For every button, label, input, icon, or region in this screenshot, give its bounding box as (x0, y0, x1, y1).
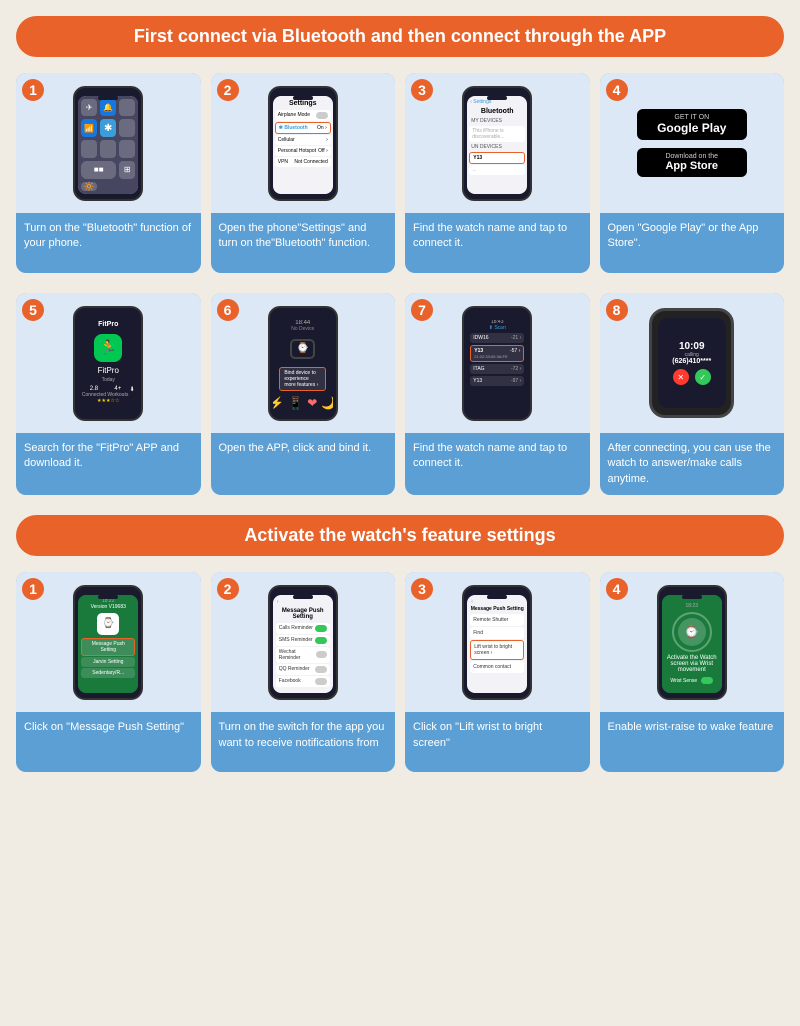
step-5-label: Search for the "FitPro" APP and download… (16, 433, 201, 493)
phone-mock-1: ✈ 🔔 📶 ✱ ■■ ⊞ 🔆 (73, 86, 143, 201)
app-store-btn[interactable]: Download on the App Store (637, 148, 747, 177)
step-2-number: 2 (217, 79, 239, 101)
phone-mock-6: 18:44 No Device ⌚ Bind device to experie… (268, 306, 338, 421)
smartwatch-mock: 10:09 calling (626)410**** ✕ ✓ (649, 308, 734, 418)
step-5-number: 5 (22, 299, 44, 321)
step-b4-label: Enable wrist-raise to wake feature (600, 712, 785, 772)
step-1-number: 1 (22, 79, 44, 101)
section2: Activate the watch's feature settings 1 … (16, 515, 784, 772)
step-b1-number: 1 (22, 578, 44, 600)
step-b3-label: Click on "Lift wrist to bright screen" (405, 712, 590, 772)
step-b1-image: 18:22 Version V19683 ⌚ Message Push Sett… (16, 572, 201, 712)
step-8-number: 8 (606, 299, 628, 321)
step-1-label: Turn on the "Bluetooth" function of your… (16, 213, 201, 273)
step-b1-card: 1 18:22 Version V19683 ⌚ Message Push Se… (16, 572, 201, 772)
step-b2-card: 2 ‹ Message Push Setting Calls Reminder (211, 572, 396, 772)
section1: First connect via Bluetooth and then con… (16, 16, 784, 495)
step-3-number: 3 (411, 79, 433, 101)
step-3-image: ‹ Settings Bluetooth MY DEVICES This iPh… (405, 73, 590, 213)
step-6-card: 6 18:44 No Device ⌚ Bind device to exper… (211, 293, 396, 495)
step-4-card: 4 GET IT ON Google Play Download on the … (600, 73, 785, 273)
phone-mock-b4: 18:23 ⌚ Activate the Watch screen via Wr… (657, 585, 727, 700)
phone-mock-5: FitPro 🏃 FitPro Today 2.8Connected 4+Wor… (73, 306, 143, 421)
step-5-card: 5 FitPro 🏃 FitPro Today 2.8Connected 4+W… (16, 293, 201, 495)
step-8-label: After connecting, you can use the watch … (600, 433, 785, 495)
phone-mock-3: ‹ Settings Bluetooth MY DEVICES This iPh… (462, 86, 532, 201)
step-7-number: 7 (411, 299, 433, 321)
step-7-card: 7 18:43 ⬆ Scan IDW16-21 › (405, 293, 590, 495)
step-7-image: 18:43 ⬆ Scan IDW16-21 › Y13 21:22:33:00:… (405, 293, 590, 433)
step-3-label: Find the watch name and tap to connect i… (405, 213, 590, 273)
step-5-image: FitPro 🏃 FitPro Today 2.8Connected 4+Wor… (16, 293, 201, 433)
step-b2-label: Turn on the switch for the app you want … (211, 712, 396, 772)
reject-call-btn: ✕ (673, 369, 689, 385)
step-2-card: 2 Settings Airplane Mode ✱ Bluetooth (211, 73, 396, 273)
step-1-image: ✈ 🔔 📶 ✱ ■■ ⊞ 🔆 (16, 73, 201, 213)
step-4-number: 4 (606, 79, 628, 101)
phone-mock-b1: 18:22 Version V19683 ⌚ Message Push Sett… (73, 585, 143, 700)
step-7-label: Find the watch name and tap to connect i… (405, 433, 590, 493)
step-1-card: 1 ✈ 🔔 📶 ✱ (16, 73, 201, 273)
phone-mock-b3: ‹ Message Push Setting Remote Shutter Fi… (462, 585, 532, 700)
step-b4-number: 4 (606, 578, 628, 600)
accept-call-btn: ✓ (695, 369, 711, 385)
steps-row3: 1 18:22 Version V19683 ⌚ Message Push Se… (16, 572, 784, 772)
step-b2-number: 2 (217, 578, 239, 600)
step-8-card: 8 10:09 calling (626)410**** ✕ ✓ After c… (600, 293, 785, 495)
step-4-label: Open "Google Play" or the App Store". (600, 213, 785, 273)
step-6-number: 6 (217, 299, 239, 321)
step-b3-number: 3 (411, 578, 433, 600)
section2-title: Activate the watch's feature settings (16, 515, 784, 556)
fitpro-logo: 🏃 (94, 334, 122, 362)
step-b3-card: 3 ‹ Message Push Setting Remote Shutter … (405, 572, 590, 772)
steps-row2: 5 FitPro 🏃 FitPro Today 2.8Connected 4+W… (16, 293, 784, 495)
phone-mock-7: 18:43 ⬆ Scan IDW16-21 › Y13 21:22:33:00:… (462, 306, 532, 421)
section1-title: First connect via Bluetooth and then con… (16, 16, 784, 57)
phone-mock-2: Settings Airplane Mode ✱ Bluetooth On › … (268, 86, 338, 201)
step-3-card: 3 ‹ Settings Bluetooth MY DEVICES This i… (405, 73, 590, 273)
step-b1-label: Click on "Message Push Setting" (16, 712, 201, 772)
phone-mock-b2: ‹ Message Push Setting Calls Reminder SM… (268, 585, 338, 700)
step-6-label: Open the APP, click and bind it. (211, 433, 396, 493)
google-play-btn[interactable]: GET IT ON Google Play (637, 109, 747, 140)
step-2-label: Open the phone"Settings" and turn on the… (211, 213, 396, 273)
step-b4-card: 4 18:23 ⌚ Activate the Watch screen via … (600, 572, 785, 772)
step-b3-image: ‹ Message Push Setting Remote Shutter Fi… (405, 572, 590, 712)
steps-row1: 1 ✈ 🔔 📶 ✱ (16, 73, 784, 273)
